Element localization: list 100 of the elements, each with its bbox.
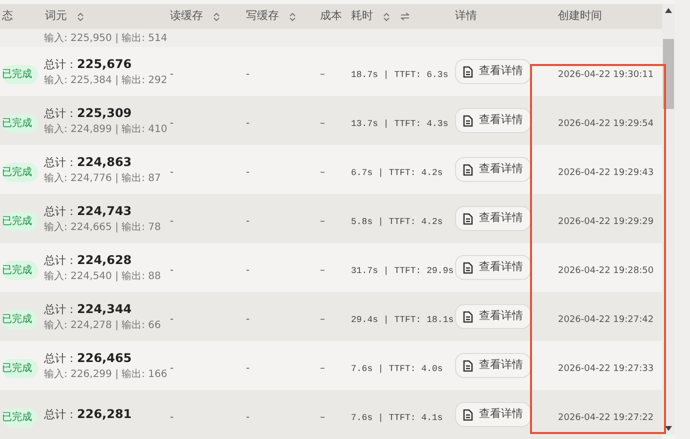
total-label: 总计： (44, 252, 77, 269)
created-time: 2026-04-22 19:29:43 (558, 168, 654, 178)
created-time: 2026-04-22 19:27:42 (558, 314, 654, 324)
table-cell: - (246, 216, 250, 226)
total-tokens: 224,344 (77, 300, 132, 318)
sort-icon[interactable] (77, 12, 84, 22)
total-tokens: 224,863 (77, 154, 132, 171)
document-icon (463, 212, 473, 224)
status-badge: 已完成 (2, 260, 38, 280)
status-badge: 已完成 (2, 408, 38, 426)
created-time: 2026-04-22 19:27:22 (558, 412, 654, 422)
sort-icon[interactable] (213, 12, 220, 22)
document-icon (463, 114, 473, 126)
token-breakdown: 输入: 225,384 | 输出: 292 (44, 74, 168, 88)
created-time: 2026-04-22 19:30:11 (558, 70, 654, 80)
total-label: 总计： (44, 154, 77, 171)
view-details-button[interactable]: 查看详情 (455, 353, 531, 378)
table-cell: - (246, 314, 250, 324)
created-time: 2026-04-22 19:29:29 (558, 216, 654, 226)
status-badge: 已完成 (2, 358, 38, 378)
total-tokens: 226,281 (77, 406, 132, 424)
document-icon (463, 310, 473, 322)
total-label: 总计： (44, 204, 77, 220)
table-cell: - (246, 166, 250, 178)
document-icon (463, 164, 473, 176)
table-cell: - (246, 118, 250, 128)
total-tokens: 225,309 (77, 104, 132, 122)
token-breakdown: 输入: 224,899 | 输出: 410 (44, 122, 168, 138)
table-cell: - (246, 264, 250, 276)
sort-icon[interactable] (289, 12, 296, 22)
document-icon (463, 408, 473, 420)
scroll-down-icon[interactable] (665, 426, 672, 431)
view-details-button[interactable]: 查看详情 (455, 206, 531, 231)
document-icon (463, 66, 473, 78)
created-time: 2026-04-22 19:27:33 (558, 364, 654, 374)
duration-text: 7.6s | TTFT: 4.1s (351, 412, 443, 422)
table-cell: – (320, 216, 325, 226)
table-cell: – (320, 118, 325, 128)
column-header: 写缓存 (246, 8, 279, 24)
duration-text: 5.8s | TTFT: 4.2s (351, 216, 443, 226)
total-tokens: 224,743 (77, 202, 132, 220)
column-header: 态 (2, 8, 13, 24)
table-cell: – (320, 68, 325, 80)
total-label: 总计： (44, 350, 77, 367)
duration-text: 6.7s | TTFT: 4.2s (351, 168, 443, 178)
token-breakdown: 输入: 224,540 | 输出: 88 (44, 270, 162, 284)
table-cell: - (246, 68, 250, 80)
total-label: 总计： (44, 302, 77, 318)
token-breakdown: 输入: 225,950 | 输出: 514 (44, 32, 168, 46)
duration-text: 31.7s | TTFT: 29.9s (351, 266, 454, 276)
status-badge: 已完成 (2, 310, 38, 328)
duration-text: 13.7s | TTFT: 4.3s (351, 118, 448, 128)
table-cell: - (170, 166, 174, 178)
total-label: 总计： (44, 407, 77, 424)
duration-text: 29.4s | TTFT: 18.1s (351, 314, 454, 324)
table-cell: – (320, 412, 325, 422)
scroll-up-icon[interactable] (665, 8, 672, 13)
column-header: 创建时间 (558, 8, 602, 24)
column-header: 词元 (45, 8, 67, 24)
column-header: 成本 (320, 8, 342, 24)
duration-text: 18.7s | TTFT: 6.3s (351, 70, 448, 80)
column-header: 耗时 (351, 8, 373, 24)
document-icon (463, 360, 473, 372)
document-icon (463, 262, 473, 274)
view-details-button[interactable]: 查看详情 (455, 157, 531, 182)
total-tokens: 226,465 (77, 350, 132, 367)
table-cell: - (170, 216, 174, 226)
created-time: 2026-04-22 19:29:54 (558, 118, 654, 128)
table-cell: - (170, 118, 174, 128)
created-time: 2026-04-22 19:28:50 (558, 266, 654, 276)
table-cell: - (170, 362, 174, 374)
column-header: 详情 (455, 8, 477, 24)
view-details-button[interactable]: 查看详情 (455, 255, 531, 280)
table-cell: - (170, 314, 174, 324)
status-badge: 已完成 (2, 162, 38, 182)
table-cell: - (170, 264, 174, 276)
swap-arrows-icon[interactable] (400, 12, 410, 22)
duration-text: 7.6s | TTFT: 4.0s (351, 364, 443, 374)
view-details-button[interactable]: 查看详情 (455, 59, 531, 84)
token-breakdown: 输入: 224,278 | 输出: 66 (44, 318, 162, 334)
total-label: 总计： (44, 106, 77, 122)
view-details-button[interactable]: 查看详情 (455, 402, 531, 427)
column-header: 读缓存 (170, 8, 203, 24)
total-label: 总计： (44, 56, 77, 73)
token-breakdown: 输入: 224,776 | 输出: 87 (44, 172, 162, 186)
sort-icon[interactable] (383, 12, 390, 22)
table-cell: – (320, 314, 325, 324)
table-cell: - (246, 362, 250, 374)
token-breakdown: 输入: 224,665 | 输出: 78 (44, 220, 162, 236)
status-badge: 已完成 (2, 114, 38, 132)
status-badge: 已完成 (2, 212, 38, 230)
token-breakdown: 输入: 226,299 | 输出: 166 (44, 368, 168, 382)
view-details-button[interactable]: 查看详情 (455, 108, 531, 133)
table-cell: – (320, 362, 325, 374)
table-cell: - (246, 412, 250, 422)
total-tokens: 224,628 (77, 252, 132, 269)
view-details-button[interactable]: 查看详情 (455, 304, 531, 329)
table-cell: - (170, 68, 174, 80)
table-cell: – (320, 264, 325, 276)
status-badge: 已完成 (2, 64, 38, 84)
